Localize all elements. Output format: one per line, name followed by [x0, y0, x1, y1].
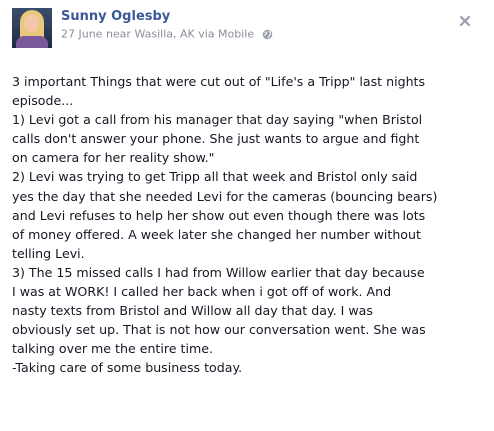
post-line: calls don't answer your phone. She just …	[12, 131, 420, 147]
close-icon[interactable]	[458, 14, 472, 28]
post-line: of money offered. A week later she chang…	[12, 226, 421, 242]
post-card: Sunny Oglesby 27 June near Wasilla, AK v…	[0, 0, 494, 431]
post-timestamp[interactable]: 27 June near Wasilla, AK via Mobile	[61, 28, 254, 41]
avatar-face	[24, 14, 39, 32]
post-line: 3) The 15 missed calls I had from Willow…	[12, 264, 425, 280]
post-meta: 27 June near Wasilla, AK via Mobile	[61, 27, 273, 41]
post-line: 1) Levi got a call from his manager that…	[12, 112, 423, 128]
post-header: Sunny Oglesby 27 June near Wasilla, AK v…	[12, 8, 482, 48]
post-line: -Taking care of some business today.	[12, 360, 243, 376]
avatar-shirt	[16, 36, 48, 48]
post-line: obviously set up. That is not how our co…	[12, 322, 426, 338]
post-line: nasty texts from Bristol and Willow all …	[12, 303, 373, 319]
post-line: telling Levi.	[12, 245, 85, 261]
post-line: and Levi refuses to help her show out ev…	[12, 207, 426, 223]
globe-icon[interactable]	[262, 29, 273, 40]
author-name[interactable]: Sunny Oglesby	[61, 9, 170, 24]
post-line: on camera for her reality show."	[12, 150, 215, 166]
post-line: talking over me the entire time.	[12, 341, 213, 357]
post-body: 3 important Things that were cut out of …	[12, 72, 490, 378]
post-line: I was at WORK! I called her back when i …	[12, 284, 392, 300]
post-line: episode...	[12, 93, 74, 109]
post-line: 2) Levi was trying to get Tripp all that…	[12, 169, 418, 185]
post-line: yes the day that she needed Levi for the…	[12, 188, 438, 204]
post-line: 3 important Things that were cut out of …	[12, 74, 426, 89]
avatar[interactable]	[12, 8, 52, 48]
